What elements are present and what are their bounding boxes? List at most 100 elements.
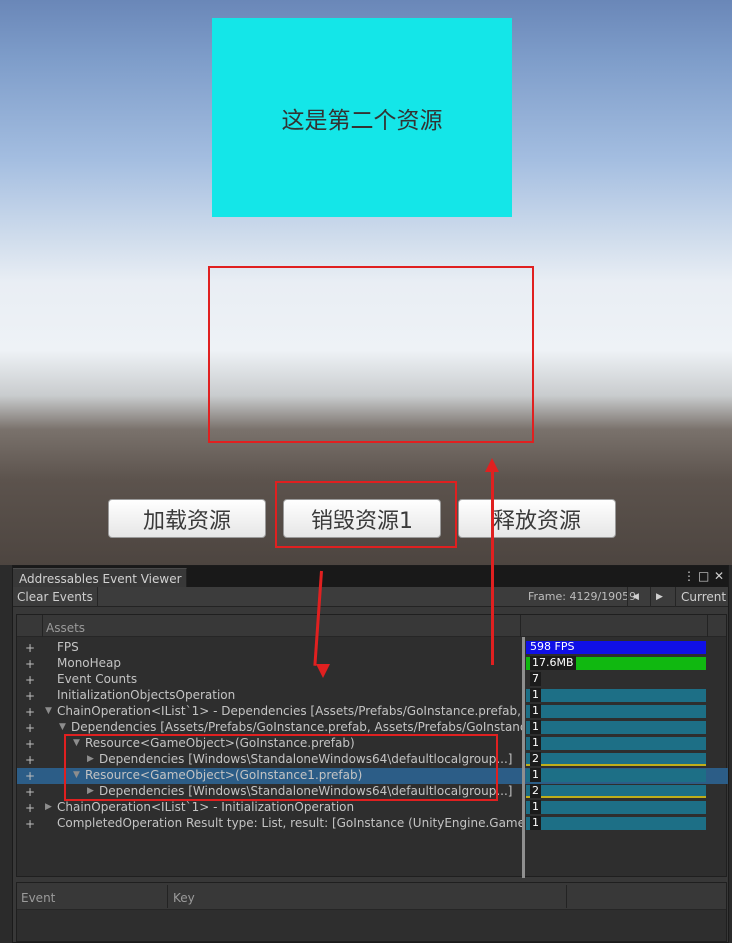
- monoheap-bar: 17.6MB: [526, 656, 706, 670]
- bar-value: 1: [530, 704, 541, 718]
- foldout-expanded-icon[interactable]: ▼: [59, 722, 66, 732]
- next-frame-button[interactable]: ▶: [652, 587, 676, 607]
- fps-bar: 598 FPS: [526, 640, 706, 654]
- event-detail-header: Event Key: [17, 883, 726, 910]
- add-to-graph-icon[interactable]: +: [25, 785, 35, 799]
- tree-row-label: Resource<GameObject>(GoInstance1.prefab): [85, 768, 363, 782]
- next-frame-icon: ▶: [656, 592, 663, 602]
- add-to-graph-icon[interactable]: +: [25, 817, 35, 831]
- tree-row[interactable]: + Event Counts: [17, 672, 522, 688]
- tree-row[interactable]: + CompletedOperation Result type: List, r…: [17, 816, 522, 832]
- tree-header: Assets: [17, 615, 726, 637]
- tab-addressables-event-viewer[interactable]: Addressables Event Viewer: [13, 568, 187, 587]
- close-icon[interactable]: ✕: [714, 569, 724, 583]
- game-view: 这是第二个资源 加载资源 销毁资源1 释放资源: [0, 0, 732, 565]
- bar-value: 7: [530, 672, 541, 686]
- asset-tree-panel: Assets + FPS + MonoHeap + Event Counts + Initia…: [16, 614, 728, 878]
- foldout-expanded-icon[interactable]: ▼: [73, 770, 80, 780]
- ref-count-bar: 1: [526, 704, 706, 718]
- tree-row[interactable]: + ▶ ChainOperation<IList`1> - Initializati…: [17, 800, 522, 816]
- assets-column-header[interactable]: Assets: [46, 621, 85, 635]
- ref-count-bar: 2: [526, 752, 706, 766]
- bar-value: 17.6MB: [530, 656, 576, 670]
- tree-row[interactable]: + ▼ Dependencies [Assets/Prefabs/GoInstanc…: [17, 720, 522, 736]
- tree-row[interactable]: + ▶ Dependencies [Windows\StandaloneWindow…: [17, 752, 522, 768]
- tree-row[interactable]: + FPS: [17, 640, 522, 656]
- ref-count-bar: 2: [526, 784, 706, 798]
- window-tabbar: Addressables Event Viewer ⋮ □ ✕: [13, 566, 728, 587]
- annotation-arrow-up-line: [491, 470, 494, 565]
- current-frame-button[interactable]: Current: [677, 587, 730, 607]
- current-frame-label: Current: [681, 590, 727, 604]
- release-resource-button[interactable]: 释放资源: [458, 499, 616, 538]
- foldout-collapsed-icon[interactable]: ▶: [87, 754, 94, 764]
- ref-count-bar: 1: [526, 736, 706, 750]
- tab-title: Addressables Event Viewer: [19, 572, 182, 586]
- add-to-graph-icon[interactable]: +: [25, 673, 35, 687]
- tree-row-label: FPS: [57, 640, 79, 654]
- ref-count-bar: 1: [526, 800, 706, 814]
- bar-value: 2: [530, 784, 541, 798]
- toolbar: Clear Events Frame: 4129/19059 ◀ ▶ Curre…: [13, 587, 728, 607]
- clear-events-label: Clear Events: [17, 590, 93, 604]
- tree-row-label: ChainOperation<IList`1> - Initialization…: [57, 800, 355, 814]
- ref-count-bar: 1: [526, 720, 706, 734]
- ref-count-bar: 1: [526, 768, 706, 782]
- tree-row[interactable]: + ▶ Dependencies [Windows\StandaloneWindow…: [17, 784, 522, 800]
- bar-value: 1: [530, 768, 541, 782]
- foldout-collapsed-icon[interactable]: ▶: [87, 786, 94, 796]
- foldout-expanded-icon[interactable]: ▼: [45, 706, 52, 716]
- tree-row-label: Resource<GameObject>(GoInstance.prefab): [85, 736, 355, 750]
- event-count-bar: 7: [526, 672, 541, 686]
- event-detail-panel: Event Key: [16, 882, 727, 942]
- bar-value: 1: [530, 736, 541, 750]
- key-column-header[interactable]: Key: [173, 891, 195, 905]
- foldout-expanded-icon[interactable]: ▼: [73, 738, 80, 748]
- bar-value: 1: [530, 688, 541, 702]
- tree-row-label: ChainOperation<IList`1> - Dependencies […: [57, 704, 522, 718]
- tree-row[interactable]: + InitializationObjectsOperation: [17, 688, 522, 704]
- tree-row[interactable]: + MonoHeap: [17, 656, 522, 672]
- ref-count-line: [526, 764, 706, 766]
- tree-row[interactable]: + ▼ Resource<GameObject>(GoInstance.prefab…: [17, 736, 522, 752]
- event-column-header[interactable]: Event: [21, 891, 55, 905]
- add-to-graph-icon[interactable]: +: [25, 721, 35, 735]
- bar-value: 1: [530, 800, 541, 814]
- tree-row-label: CompletedOperation Result type: List, re…: [57, 816, 522, 830]
- add-to-graph-icon[interactable]: +: [25, 737, 35, 751]
- release-resource-label: 释放资源: [492, 508, 581, 534]
- bar-value: 598 FPS: [530, 640, 575, 653]
- destroy-resource-label: 销毁资源1: [311, 508, 413, 534]
- annotation-arrow-up-line-lower: [491, 565, 494, 665]
- bar-value: 1: [530, 816, 541, 830]
- graph-splitter[interactable]: [522, 637, 525, 878]
- add-to-graph-icon[interactable]: +: [25, 641, 35, 655]
- tree-row-label: Dependencies [Windows\StandaloneWindows6…: [99, 752, 513, 766]
- add-to-graph-icon[interactable]: +: [25, 705, 35, 719]
- annotation-arrow-up-icon: [485, 458, 499, 472]
- bar-value: 2: [530, 752, 541, 766]
- clear-events-button[interactable]: Clear Events: [13, 587, 98, 607]
- window-menu-icon[interactable]: ⋮: [683, 569, 695, 583]
- tree-row-label: MonoHeap: [57, 656, 122, 670]
- resource-card: 这是第二个资源: [212, 18, 512, 217]
- frame-counter: Frame: 4129/19059: [528, 590, 637, 603]
- add-to-graph-icon[interactable]: +: [25, 657, 35, 671]
- add-to-graph-icon[interactable]: +: [25, 689, 35, 703]
- maximize-icon[interactable]: □: [698, 569, 709, 583]
- bar-value: 1: [530, 720, 541, 734]
- tree-row-label: Event Counts: [57, 672, 138, 686]
- load-resource-button[interactable]: 加载资源: [108, 499, 266, 538]
- add-to-graph-icon[interactable]: +: [25, 753, 35, 767]
- resource-card-text: 这是第二个资源: [281, 107, 443, 134]
- tree-row[interactable]: + ▼ ChainOperation<IList`1> - Dependencies…: [17, 704, 522, 720]
- tree-row-label: Dependencies [Assets/Prefabs/GoInstance.…: [71, 720, 522, 734]
- add-to-graph-icon[interactable]: +: [25, 801, 35, 815]
- tree-row-label: InitializationObjectsOperation: [57, 688, 236, 702]
- add-to-graph-icon[interactable]: +: [25, 769, 35, 783]
- destroy-resource-button[interactable]: 销毁资源1: [283, 499, 441, 538]
- foldout-collapsed-icon[interactable]: ▶: [45, 802, 52, 812]
- prev-frame-button[interactable]: ◀: [627, 587, 651, 607]
- prev-frame-icon: ◀: [632, 592, 639, 602]
- annotation-arrow-down-icon: [316, 664, 330, 678]
